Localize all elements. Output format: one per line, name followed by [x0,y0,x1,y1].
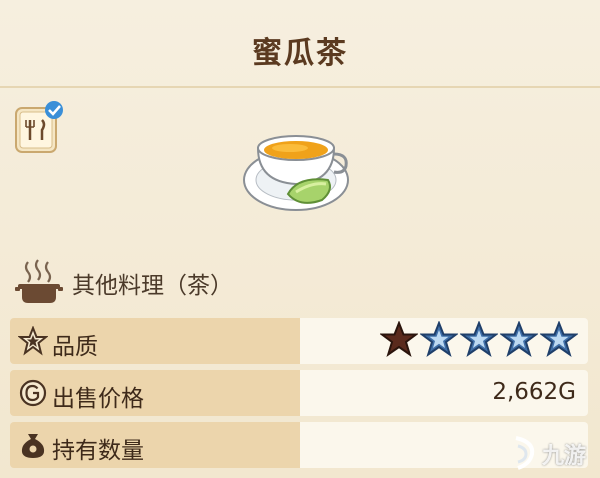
category-row: 其他料理（茶） [14,258,374,303]
price-value: 2,662G [492,379,576,405]
quality-label-band: 品质 [10,318,300,364]
title-bar: 蜜瓜茶 [0,0,600,88]
quality-value-band [300,318,588,364]
quality-label: 品质 [52,334,98,360]
watermark-text: 九游 [542,444,587,469]
star-empty-icon [420,321,458,357]
star-empty-icon [500,321,538,357]
price-label-band: 出售价格 [10,370,300,416]
owned-label-band: 持有数量 [10,422,300,468]
melon-tea-cup-icon [243,135,349,211]
quality-stars [380,321,578,361]
owned-label: 持有数量 [52,438,144,464]
recipe-book-check-icon [15,101,63,153]
watermark: 九游 [510,432,590,472]
star-outline-icon [18,326,48,356]
price-row: 出售价格 2,662G [10,370,588,416]
item-title: 蜜瓜茶 [252,36,348,71]
star-filled-icon [380,321,418,357]
owned-row: 持有数量 [10,422,588,468]
star-empty-icon [540,321,578,357]
price-value-band: 2,662G [300,370,588,416]
item-detail-panel: 蜜瓜茶 其他料理（茶） 品质 出售价格 2,662G 持有数量 九游 [0,0,600,478]
gold-coin-icon [19,379,47,407]
quality-row: 品质 [10,318,588,364]
money-bag-icon [21,434,45,458]
category-label: 其他料理（茶） [72,273,233,299]
star-empty-icon [460,321,498,357]
cooking-pot-icon [15,259,63,303]
watermark-logo-icon [515,436,535,470]
price-label: 出售价格 [52,386,144,412]
